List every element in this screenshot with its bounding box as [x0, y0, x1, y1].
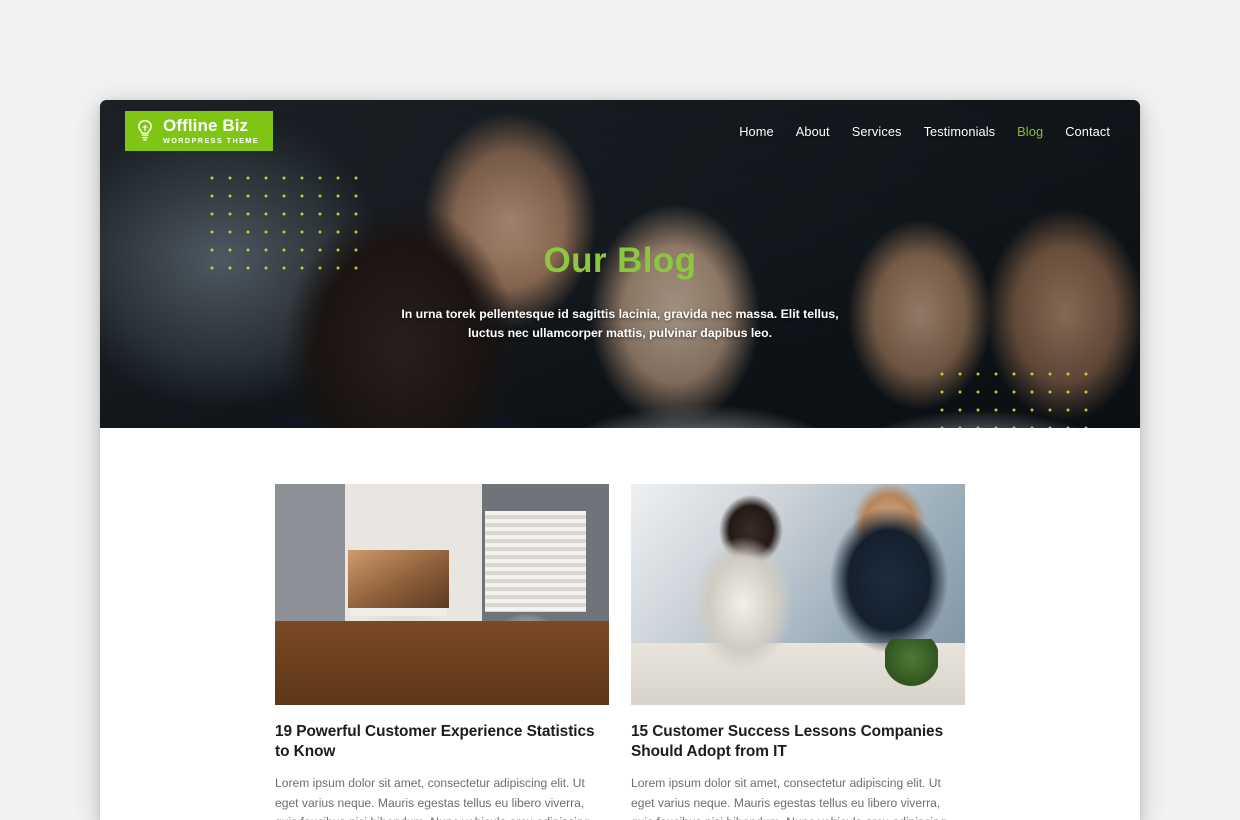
screenshot-stage: Offline Biz WORDPRESS THEME Home About S… [0, 0, 1240, 820]
post-title[interactable]: 19 Powerful Customer Experience Statisti… [275, 722, 609, 763]
nav-item-blog[interactable]: Blog [1017, 124, 1043, 139]
hero-content: Our Blog In urna torek pellentesque id s… [100, 241, 1140, 344]
post-excerpt: Lorem ipsum dolor sit amet, consectetur … [631, 775, 946, 820]
blog-post-card[interactable]: 15 Customer Success Lessons Companies Sh… [631, 484, 965, 820]
logo-text: Offline Biz WORDPRESS THEME [163, 117, 259, 144]
nav-item-about[interactable]: About [796, 124, 830, 139]
page-title: Our Blog [543, 241, 697, 280]
browser-page: Offline Biz WORDPRESS THEME Home About S… [100, 100, 1140, 820]
post-title[interactable]: 15 Customer Success Lessons Companies Sh… [631, 722, 965, 763]
blog-section: 19 Powerful Customer Experience Statisti… [100, 428, 1140, 820]
nav-item-testimonials[interactable]: Testimonials [924, 124, 996, 139]
nav-item-contact[interactable]: Contact [1065, 124, 1110, 139]
post-excerpt: Lorem ipsum dolor sit amet, consectetur … [275, 775, 590, 820]
blog-post-grid: 19 Powerful Customer Experience Statisti… [275, 484, 965, 820]
logo-title: Offline Biz [163, 116, 249, 136]
hero-section: Offline Biz WORDPRESS THEME Home About S… [100, 100, 1140, 428]
nav-item-services[interactable]: Services [852, 124, 902, 139]
site-logo[interactable]: Offline Biz WORDPRESS THEME [125, 111, 274, 151]
site-header: Offline Biz WORDPRESS THEME Home About S… [100, 100, 1140, 162]
hero-subtitle: In urna torek pellentesque id sagittis l… [401, 306, 839, 341]
lightbulb-icon [134, 118, 156, 144]
post-thumbnail-image[interactable] [631, 484, 965, 705]
blog-post-card[interactable]: 19 Powerful Customer Experience Statisti… [275, 484, 609, 820]
post-thumbnail-image[interactable] [275, 484, 609, 705]
nav-item-home[interactable]: Home [739, 124, 774, 139]
logo-subtitle: WORDPRESS THEME [163, 136, 260, 146]
main-navigation: Home About Services Testimonials Blog Co… [739, 124, 1110, 139]
